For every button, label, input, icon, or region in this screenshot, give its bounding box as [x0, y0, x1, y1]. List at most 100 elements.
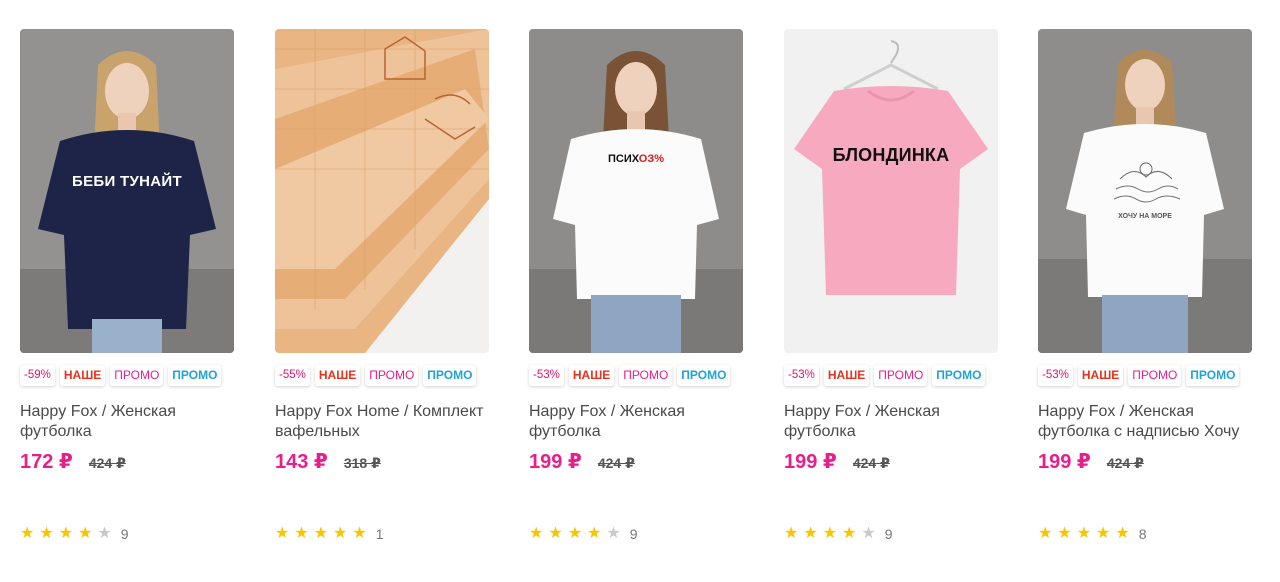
product-card[interactable]: БЛОНДИНКА -53% НАШЕ ПРОМО ПРОМО Happy Fo…	[784, 29, 999, 559]
price-row: 172 ₽ 424 ₽	[20, 449, 235, 473]
promo-badge: ПРОМО	[365, 365, 419, 386]
product-photo-pink-tshirt-on-hanger	[784, 29, 998, 353]
star-icon: ★	[822, 525, 838, 542]
product-card[interactable]: ХОЧУ НА МОРЕ -53% НАШЕ ПРОМО ПРОМО Happy…	[1038, 29, 1253, 559]
star-icon: ★	[294, 525, 309, 542]
star-icon: ★	[352, 525, 367, 542]
product-image[interactable]: БЕБИ ТУНАЙТ	[20, 29, 234, 353]
rating-stars: ★ ★ ★ ★ ★	[784, 526, 876, 542]
star-icon: ★	[784, 525, 799, 542]
product-title[interactable]: Happy Fox / Женская футболка с надписью …	[1038, 402, 1253, 442]
old-price: 424 ₽	[1106, 455, 1144, 471]
print-text-part: ОЗ%	[638, 153, 665, 165]
nashe-badge: НАШЕ	[314, 365, 361, 386]
product-image[interactable]: БЛОНДИНКА	[784, 29, 998, 353]
price-row: 199 ₽ 424 ₽	[529, 449, 744, 473]
old-price: 424 ₽	[597, 455, 635, 471]
product-grid: БЕБИ ТУНАЙТ -59% НАШЕ ПРОМО ПРОМО Happy …	[0, 0, 1280, 582]
review-count[interactable]: 9	[885, 526, 893, 542]
star-icon: ★	[333, 525, 348, 542]
star-icon: ★	[842, 525, 857, 542]
badge-row: -53% НАШЕ ПРОМО ПРОМО	[1038, 365, 1253, 387]
promo-badge: ПРОМО	[677, 365, 731, 386]
badge-row: -53% НАШЕ ПРОМО ПРОМО	[529, 365, 744, 387]
current-price: 143 ₽	[275, 451, 328, 473]
tshirt-print-text: БЕБИ ТУНАЙТ	[72, 173, 182, 190]
current-price: 172 ₽	[20, 451, 73, 473]
product-title[interactable]: Happy Fox / Женская футболка	[20, 402, 235, 442]
old-price: 424 ₽	[852, 455, 890, 471]
review-count[interactable]: 9	[121, 526, 129, 542]
rating-stars: ★ ★ ★ ★ ★	[20, 526, 112, 542]
promo-badge: ПРОМО	[1186, 365, 1240, 386]
rating: ★ ★ ★ ★ ★ 1	[275, 525, 384, 543]
discount-badge: -53%	[529, 365, 564, 386]
product-card[interactable]: -55% НАШЕ ПРОМО ПРОМО Happy Fox Home / К…	[275, 29, 490, 559]
star-icon: ★	[803, 525, 818, 542]
promo-badge: ПРОМО	[874, 365, 928, 386]
tshirt-print-text: ХОЧУ НА МОРЕ	[1118, 213, 1172, 220]
promo-badge: ПРОМО	[110, 365, 164, 386]
star-icon: ★	[587, 525, 602, 542]
product-image[interactable]: ПСИХОЗ%	[529, 29, 743, 353]
star-icon: ★	[39, 525, 54, 542]
badge-row: -55% НАШЕ ПРОМО ПРОМО	[275, 365, 490, 387]
badge-row: -53% НАШЕ ПРОМО ПРОМО	[784, 365, 999, 387]
review-count[interactable]: 8	[1139, 526, 1147, 542]
star-icon: ★	[58, 525, 74, 542]
review-count[interactable]: 1	[376, 526, 384, 542]
rating: ★ ★ ★ ★ ★ 9	[20, 526, 129, 543]
rating: ★ ★ ★ ★ ★ 9	[529, 526, 638, 543]
discount-badge: -55%	[275, 365, 310, 386]
star-icon: ★	[529, 525, 544, 542]
nashe-badge: НАШЕ	[568, 365, 615, 386]
nashe-badge: НАШЕ	[823, 365, 870, 386]
product-photo-woman-white-tshirt-sea	[1038, 29, 1252, 353]
price-row: 199 ₽ 424 ₽	[1038, 449, 1253, 473]
promo-badge: ПРОМО	[1128, 365, 1182, 386]
star-icon: ★	[861, 525, 876, 542]
product-image[interactable]	[275, 29, 489, 353]
discount-badge: -53%	[1038, 365, 1073, 386]
current-price: 199 ₽	[1038, 451, 1091, 473]
product-title[interactable]: Happy Fox / Женская футболка	[784, 402, 999, 442]
star-icon: ★	[567, 525, 583, 542]
star-icon: ★	[78, 525, 93, 542]
review-count[interactable]: 9	[630, 526, 638, 542]
star-icon: ★	[1096, 525, 1111, 542]
star-icon: ★	[275, 525, 290, 542]
nashe-badge: НАШЕ	[59, 365, 106, 386]
star-icon: ★	[1038, 525, 1053, 542]
product-photo-woman-navy-tshirt	[20, 29, 234, 353]
product-card[interactable]: ПСИХОЗ% -53% НАШЕ ПРОМО ПРОМО Happy Fox …	[529, 29, 744, 559]
badge-row: -59% НАШЕ ПРОМО ПРОМО	[20, 365, 235, 387]
promo-badge: ПРОМО	[619, 365, 673, 386]
price-row: 143 ₽ 318 ₽	[275, 449, 490, 473]
tshirt-print-text: ПСИХОЗ%	[529, 153, 743, 165]
rating-stars: ★ ★ ★ ★ ★	[1038, 526, 1130, 542]
product-card[interactable]: БЕБИ ТУНАЙТ -59% НАШЕ ПРОМО ПРОМО Happy …	[20, 29, 235, 559]
star-icon: ★	[20, 525, 35, 542]
rating: ★ ★ ★ ★ ★ 9	[784, 526, 893, 543]
product-image[interactable]: ХОЧУ НА МОРЕ	[1038, 29, 1252, 353]
discount-badge: -59%	[20, 365, 55, 386]
old-price: 318 ₽	[343, 455, 381, 471]
promo-badge: ПРОМО	[932, 365, 986, 386]
current-price: 199 ₽	[784, 451, 837, 473]
star-icon: ★	[548, 525, 563, 542]
current-price: 199 ₽	[529, 451, 582, 473]
rating-stars: ★ ★ ★ ★ ★	[529, 526, 621, 542]
star-icon: ★	[1076, 525, 1092, 542]
discount-badge: -53%	[784, 365, 819, 386]
product-photo-woman-white-tshirt	[529, 29, 743, 353]
product-title[interactable]: Happy Fox Home / Комплект вафельных	[275, 402, 490, 442]
promo-badge: ПРОМО	[423, 365, 477, 386]
product-title[interactable]: Happy Fox / Женская футболка	[529, 402, 744, 442]
print-text-part: ПСИХ	[607, 153, 639, 165]
nashe-badge: НАШЕ	[1077, 365, 1124, 386]
star-icon: ★	[313, 525, 329, 542]
old-price: 424 ₽	[88, 455, 126, 471]
star-icon: ★	[97, 525, 112, 542]
star-icon: ★	[1057, 525, 1072, 542]
tshirt-print-text: БЛОНДИНКА	[832, 145, 950, 165]
